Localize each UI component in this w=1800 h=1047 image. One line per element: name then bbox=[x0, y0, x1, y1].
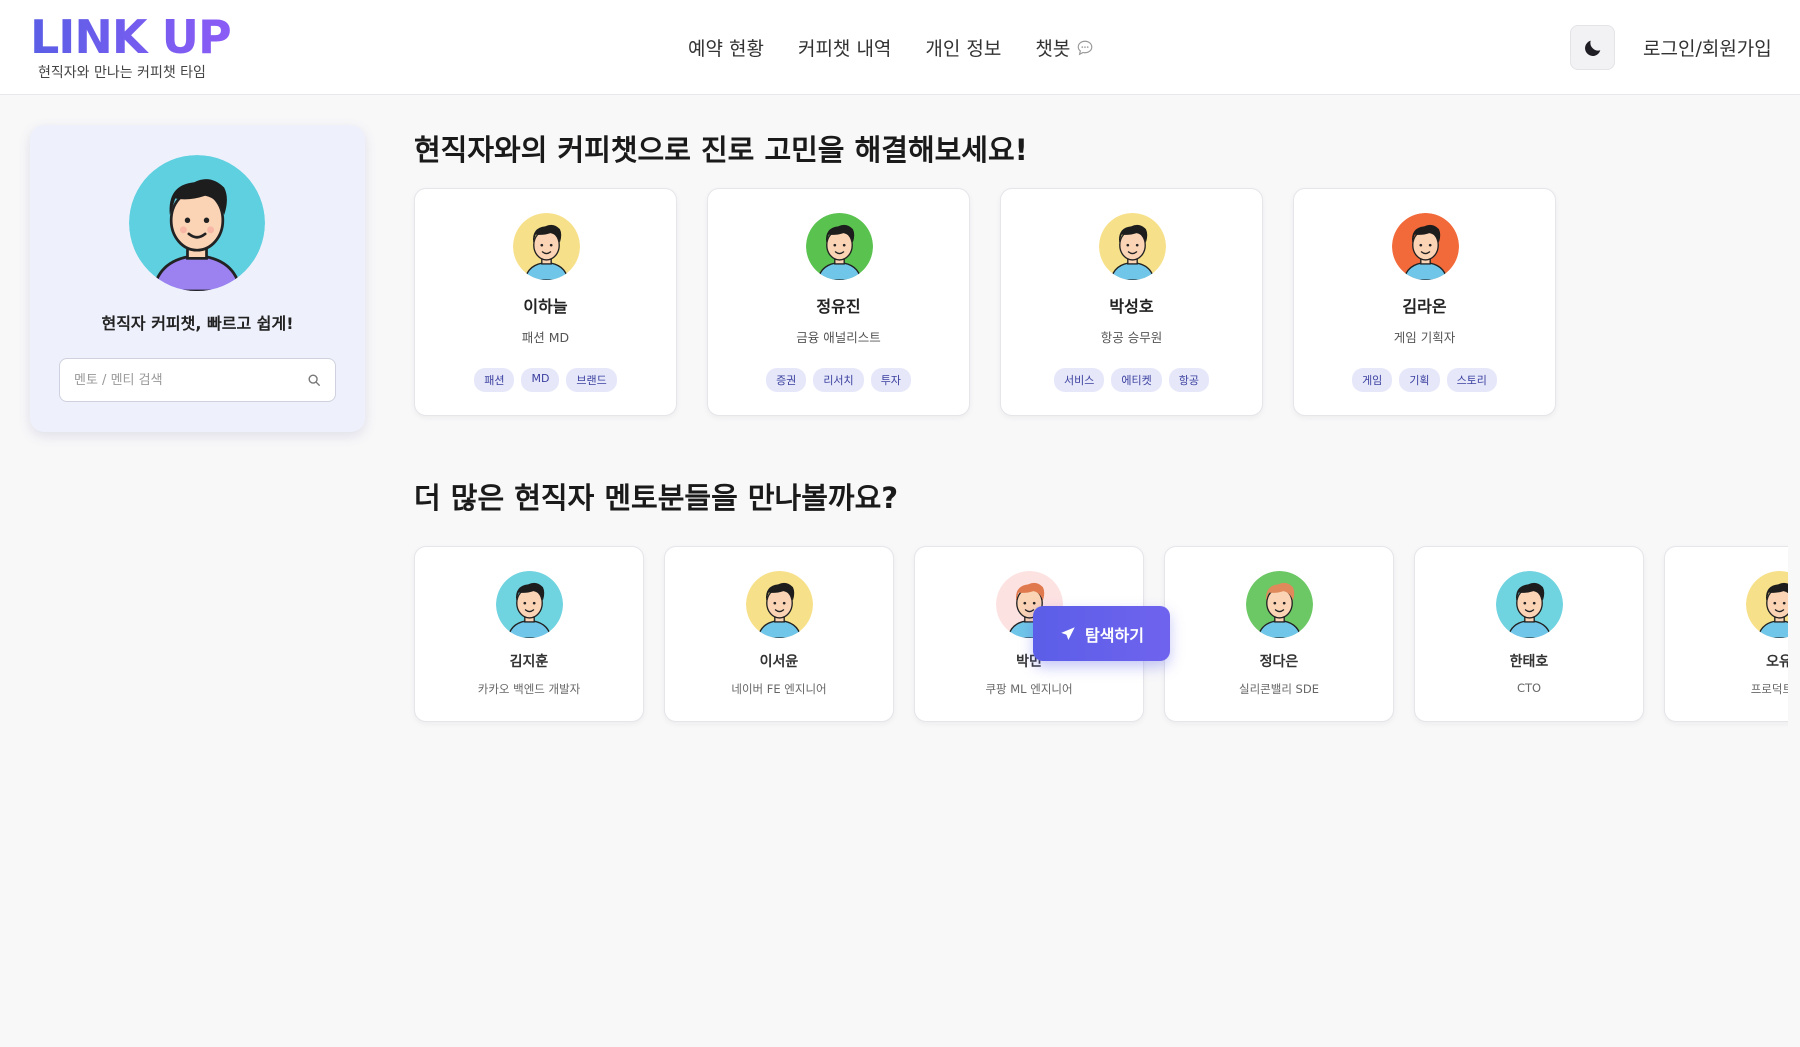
mentor-role: 프로덕트 디 bbox=[1750, 682, 1788, 696]
mentor-avatar-icon bbox=[806, 213, 873, 280]
nav-chatbot[interactable]: 챗봇 bbox=[1035, 34, 1094, 61]
mentor-role: 카카오 백엔드 개발자 bbox=[477, 682, 581, 696]
tag-chip[interactable]: 게임 bbox=[1352, 368, 1393, 392]
tag-list: 게임 기획 스토리 bbox=[1294, 368, 1555, 392]
mentor-card[interactable]: 오유프로덕트 디 bbox=[1664, 546, 1788, 722]
avatar bbox=[1746, 571, 1788, 638]
tag-chip[interactable]: 투자 bbox=[870, 368, 911, 392]
avatar bbox=[1496, 571, 1563, 638]
avatar bbox=[496, 571, 563, 638]
mentors-heading: 더 많은 현직자 멘토분들을 만나볼까요? bbox=[414, 481, 899, 515]
nav-label: 커피챗 내역 bbox=[797, 38, 892, 60]
mentor-card[interactable]: 한태호 CTO bbox=[1414, 546, 1644, 722]
tag-chip[interactable]: 에티켓 bbox=[1111, 368, 1162, 392]
avatar bbox=[1099, 213, 1166, 280]
tag-list: 증권 리서치 투자 bbox=[708, 368, 969, 392]
search-box[interactable] bbox=[59, 358, 336, 402]
mentor-card[interactable]: 김라온게임 기획자게임 기획 스토리 bbox=[1293, 188, 1556, 416]
sidebar-title: 현직자 커피챗, 빠르고 쉽게! bbox=[101, 314, 294, 333]
nav-label: 개인 정보 bbox=[925, 38, 1002, 60]
mentor-name: 정유진 bbox=[816, 297, 861, 316]
featured-heading: 현직자와의 커피챗으로 진로 고민을 해결해보세요! bbox=[414, 133, 1028, 167]
user-avatar-icon bbox=[129, 155, 265, 291]
mentor-role: 금융 애널리스트 bbox=[796, 330, 881, 345]
mentor-avatar-icon bbox=[1392, 213, 1459, 280]
explore-button[interactable]: 탐색하기 bbox=[1033, 606, 1170, 661]
sidebar-panel: 현직자 커피챗, 빠르고 쉽게! bbox=[30, 125, 365, 432]
nav-personal-info[interactable]: 개인 정보 bbox=[925, 34, 1001, 61]
login-signup-link[interactable]: 로그인/회원가입 bbox=[1643, 34, 1772, 61]
nav-label: 예약 현황 bbox=[688, 38, 764, 60]
logo[interactable]: LINK UP 현직자와 만나는 커피챗 타임 bbox=[30, 10, 232, 82]
mentor-carousel: 김지훈 카카오 백엔드 개발자 이서윤 네이버 FE 엔지니어 박민 쿠팡 ML 엔지니어… bbox=[0, 540, 1788, 730]
airplane-icon bbox=[1061, 626, 1075, 640]
tag-chip[interactable]: 기획 bbox=[1399, 368, 1440, 392]
mentor-avatar-icon bbox=[1496, 571, 1563, 638]
tag-chip[interactable]: 리서치 bbox=[813, 368, 864, 392]
top-header: LINK UP 현직자와 만나는 커피챗 타임 예약 현황 커피챗 내역 개인 … bbox=[0, 0, 1800, 95]
mentor-role: 게임 기획자 bbox=[1393, 330, 1456, 345]
nav-label: 챗봇 bbox=[1035, 38, 1071, 60]
tag-chip[interactable]: 증권 bbox=[766, 368, 807, 392]
mentor-role: 실리콘밸리 SDE bbox=[1239, 682, 1319, 696]
tag-list: 서비스 에티켓 항공 bbox=[1001, 368, 1262, 392]
mentor-card[interactable]: 김지훈카카오 백엔드 개발자 bbox=[414, 546, 644, 722]
mentor-card[interactable]: 정유진금융 애널리스트증권 리서치 투자 bbox=[707, 188, 970, 416]
mentor-avatar-icon bbox=[496, 571, 563, 638]
mentor-name: 박성호 bbox=[1109, 297, 1154, 316]
avatar bbox=[513, 213, 580, 280]
avatar bbox=[1246, 571, 1313, 638]
logo-tagline: 현직자와 만나는 커피챗 타임 bbox=[38, 65, 206, 81]
nav-coffeechat-history[interactable]: 커피챗 내역 bbox=[798, 34, 891, 61]
logo-text: LINK UP bbox=[30, 10, 232, 64]
tag-list: 패션 MD 브랜드 bbox=[415, 368, 676, 392]
mentor-card[interactable]: 정다은실리콘밸리 SDE bbox=[1164, 546, 1394, 722]
mentor-name: 오유 bbox=[1766, 654, 1788, 670]
mentor-name: 김라온 bbox=[1402, 297, 1447, 316]
tag-chip[interactable]: MD bbox=[521, 368, 560, 392]
tag-chip[interactable]: 브랜드 bbox=[566, 368, 617, 392]
tag-chip[interactable]: 스토리 bbox=[1446, 368, 1497, 392]
mentor-name: 정다은 bbox=[1259, 654, 1299, 670]
nav-reservations[interactable]: 예약 현황 bbox=[688, 34, 764, 61]
mentor-avatar-icon bbox=[1246, 571, 1313, 638]
main-nav: 예약 현황 커피챗 내역 개인 정보 챗봇 bbox=[688, 34, 1094, 61]
mentor-name: 김지훈 bbox=[509, 654, 549, 670]
tag-chip[interactable]: 패션 bbox=[474, 368, 515, 392]
mentor-card[interactable]: 이서윤네이버 FE 엔지니어 bbox=[664, 546, 894, 722]
explore-button-label: 탐색하기 bbox=[1085, 625, 1144, 645]
mentor-name: 한태호 bbox=[1509, 654, 1549, 670]
tag-chip[interactable]: 항공 bbox=[1168, 368, 1209, 392]
mentor-role: 네이버 FE 엔지니어 bbox=[731, 682, 827, 696]
search-icon[interactable] bbox=[307, 373, 321, 387]
moon-icon bbox=[1584, 40, 1600, 56]
chat-bubble-icon bbox=[1078, 40, 1093, 55]
mentor-card[interactable]: 박성호항공 승무원서비스 에티켓 항공 bbox=[1000, 188, 1263, 416]
avatar bbox=[746, 571, 813, 638]
avatar bbox=[129, 155, 265, 291]
search-input[interactable] bbox=[74, 372, 307, 388]
mentor-role: 항공 승무원 bbox=[1100, 330, 1163, 345]
mentor-avatar-icon bbox=[1099, 213, 1166, 280]
mentor-name: 이하늘 bbox=[523, 297, 568, 316]
avatar bbox=[1392, 213, 1459, 280]
avatar bbox=[806, 213, 873, 280]
mentor-avatar-icon bbox=[746, 571, 813, 638]
mentor-avatar-icon bbox=[513, 213, 580, 280]
mentor-role: CTO bbox=[1516, 681, 1542, 695]
mentor-card[interactable]: 이하늘 패션 MD 패션 MD 브랜드 bbox=[414, 188, 677, 416]
dark-mode-toggle[interactable] bbox=[1570, 25, 1615, 70]
tag-chip[interactable]: 서비스 bbox=[1054, 368, 1105, 392]
mentor-avatar-icon bbox=[1746, 571, 1788, 638]
mentor-name: 이서윤 bbox=[759, 654, 799, 670]
mentor-role: 패션 MD bbox=[521, 330, 570, 345]
mentor-role: 쿠팡 ML 엔지니어 bbox=[985, 682, 1073, 696]
